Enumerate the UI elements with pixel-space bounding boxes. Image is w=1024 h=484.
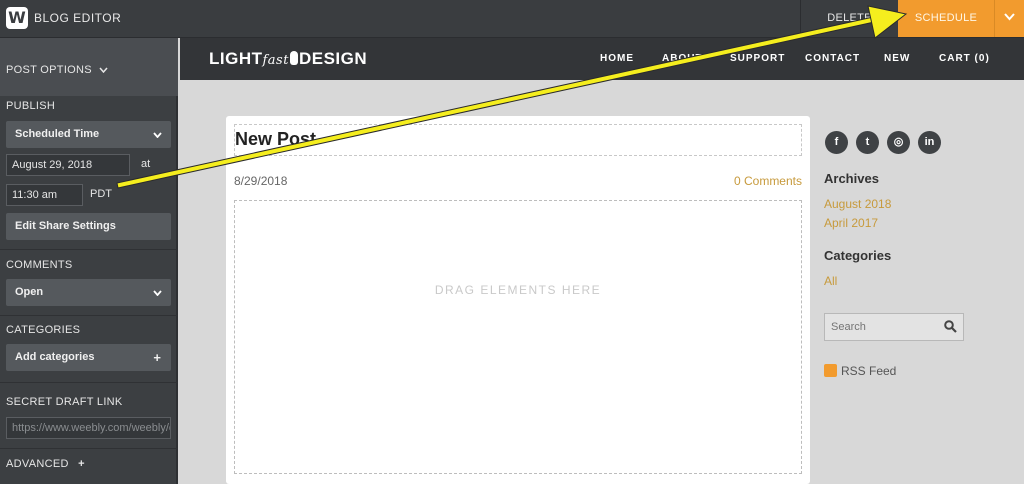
comments-value: Open (15, 286, 44, 298)
edit-share-settings-button[interactable]: Edit Share Settings (6, 213, 171, 240)
comments-section-label: COMMENTS (6, 259, 73, 271)
post-date: 8/29/2018 (234, 174, 288, 188)
weebly-logo-icon[interactable]: W (6, 7, 28, 29)
categories-heading: Categories (824, 248, 892, 263)
edit-share-settings-label: Edit Share Settings (15, 220, 116, 232)
divider (0, 315, 178, 316)
archives-heading: Archives (824, 171, 879, 186)
divider (0, 382, 178, 383)
chevron-down-icon (153, 122, 162, 149)
post-options-toggle[interactable]: POST OPTIONS (0, 38, 178, 96)
search-input[interactable] (825, 314, 937, 340)
publish-mode-value: Scheduled Time (15, 128, 100, 140)
nav-new[interactable]: NEW (884, 53, 910, 64)
twitter-icon[interactable]: t (856, 131, 879, 154)
publish-section-label: PUBLISH (6, 100, 56, 112)
divider (0, 448, 178, 449)
comments-link[interactable]: 0 Comments (734, 174, 802, 188)
drag-elements-drop-zone[interactable]: DRAG ELEMENTS HERE (234, 200, 802, 474)
secret-draft-link-label: SECRET DRAFT LINK (6, 396, 123, 408)
schedule-button[interactable]: SCHEDULE (898, 0, 994, 37)
rss-feed-link[interactable]: RSS Feed (841, 364, 896, 378)
advanced-label: ADVANCED (6, 458, 69, 470)
drop-zone-hint: DRAG ELEMENTS HERE (434, 283, 602, 297)
chevron-down-icon (1004, 13, 1015, 21)
plus-icon: + (78, 458, 85, 470)
add-categories-button[interactable]: Add categories + (6, 344, 171, 371)
post-options-label: POST OPTIONS (6, 64, 92, 76)
add-categories-label: Add categories (15, 351, 95, 363)
nav-cart[interactable]: CART (0) (939, 53, 990, 64)
brand-bulb-icon (289, 51, 298, 65)
search-icon[interactable] (944, 320, 957, 333)
brand-fast: fast (262, 53, 289, 68)
post-title-field[interactable]: New Post (234, 124, 802, 156)
publish-mode-select[interactable]: Scheduled Time (6, 121, 171, 148)
chevron-down-icon (153, 280, 162, 307)
category-link[interactable]: All (824, 274, 837, 288)
delete-button[interactable]: DELETE (800, 0, 898, 38)
editor-topbar: W BLOG EDITOR DELETE SCHEDULE (0, 0, 1024, 38)
publish-time-input[interactable]: 11:30 am (6, 184, 83, 206)
instagram-icon[interactable]: ◎ (887, 131, 910, 154)
timezone-label: PDT (90, 188, 112, 200)
nav-home[interactable]: HOME (600, 53, 634, 64)
brand-light: LIGHT (209, 49, 263, 68)
plus-icon: + (153, 350, 161, 365)
brand-design: DESIGN (298, 49, 368, 68)
comments-select[interactable]: Open (6, 279, 171, 306)
schedule-dropdown-button[interactable] (994, 0, 1024, 37)
post-card: New Post 8/29/2018 0 Comments DRAG ELEME… (226, 116, 810, 484)
nav-contact[interactable]: CONTACT (805, 53, 860, 64)
categories-section-label: CATEGORIES (6, 324, 81, 336)
publish-date-input[interactable]: August 29, 2018 (6, 154, 130, 176)
secret-draft-link-input[interactable]: https://www.weebly.com/weebly/c (6, 417, 171, 439)
divider (0, 249, 178, 250)
nav-about[interactable]: ABOUT (662, 53, 703, 64)
at-label: at (141, 158, 151, 170)
app-title: BLOG EDITOR (34, 11, 122, 25)
site-logo[interactable]: LIGHTfast DESIGN (209, 49, 367, 69)
archive-link[interactable]: April 2017 (824, 216, 878, 230)
blog-search-box (824, 313, 964, 341)
site-header: LIGHTfast DESIGN HOME ABOUT SUPPORT CONTA… (180, 38, 1024, 80)
nav-support[interactable]: SUPPORT (730, 53, 785, 64)
post-options-sidebar: POST OPTIONS PUBLISH Scheduled Time Augu… (0, 38, 178, 484)
archive-link[interactable]: August 2018 (824, 197, 891, 211)
linkedin-icon[interactable]: in (918, 131, 941, 154)
facebook-icon[interactable]: f (825, 131, 848, 154)
advanced-toggle[interactable]: ADVANCED + (6, 458, 85, 470)
chevron-down-icon (99, 64, 108, 76)
rss-icon (824, 364, 837, 377)
